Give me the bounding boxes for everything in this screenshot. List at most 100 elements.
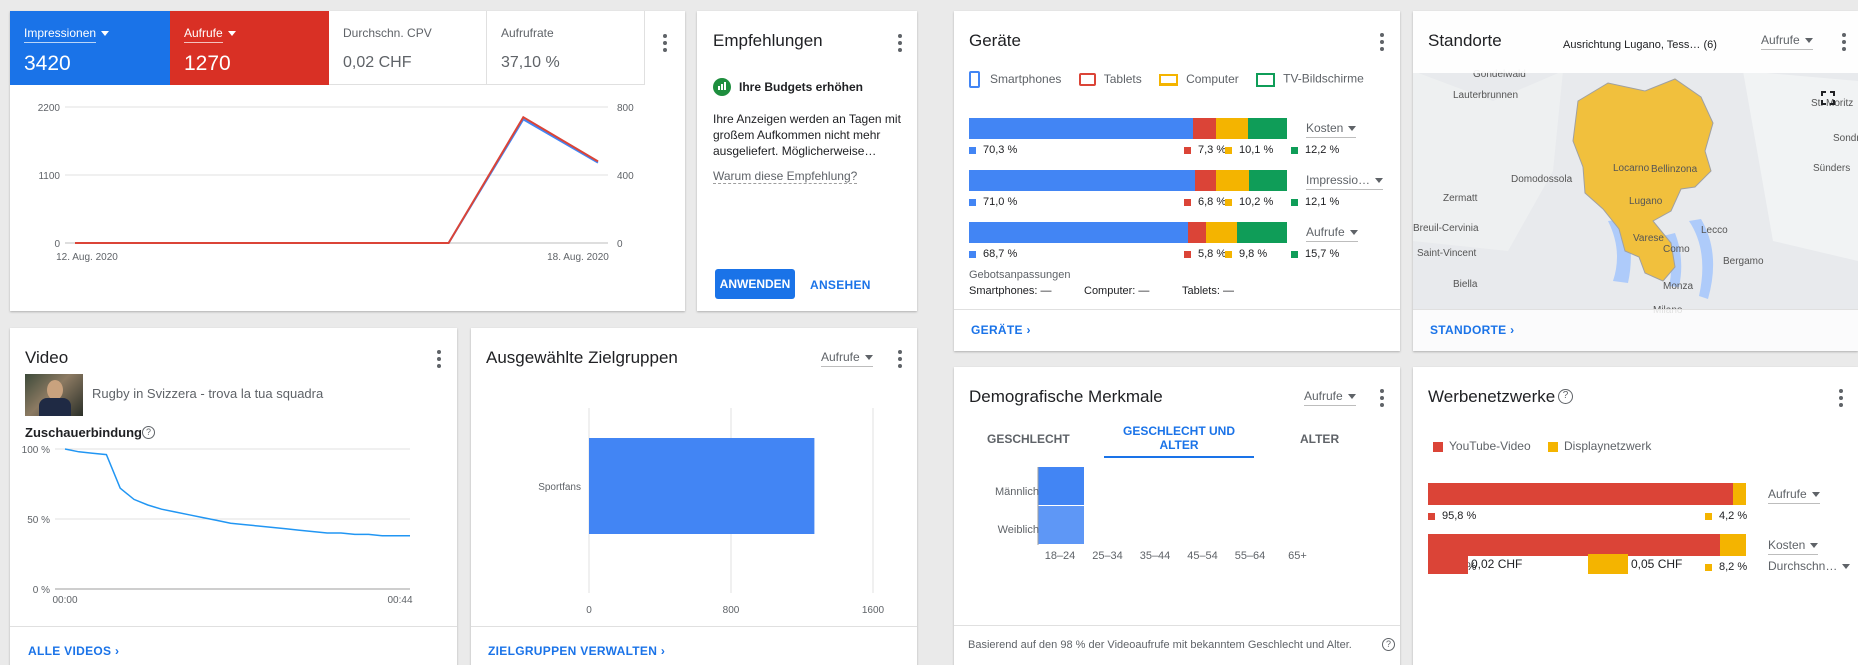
- network-metric-dropdown[interactable]: Kosten: [1768, 538, 1819, 555]
- device-share-bar: [969, 118, 1193, 139]
- bid-adjustment-tablets: Tablets: —: [1182, 285, 1234, 297]
- bid-adjustment-computer: Computer: —: [1084, 285, 1150, 297]
- network-share-bar: [1428, 534, 1720, 556]
- locations-metric-dropdown[interactable]: Aufrufe: [1761, 33, 1813, 50]
- network-share-bar: [1719, 534, 1746, 556]
- help-icon[interactable]: ?: [1382, 638, 1395, 651]
- devices-card: Geräte Smartphones Tablets Computer TV-B…: [954, 11, 1400, 351]
- device-metric-dropdown[interactable]: Aufrufe: [1306, 225, 1358, 242]
- metric-views[interactable]: Aufrufe 1270: [170, 11, 329, 85]
- caret-icon: [1842, 564, 1851, 570]
- recommendations-card: Empfehlungen Ihre Budgets erhöhen Ihre A…: [697, 11, 917, 311]
- recommendation-body: Ihre Anzeigen werden an Tagen mit großem…: [713, 112, 901, 158]
- series-line-aufrufe: [75, 115, 599, 244]
- device-share-bar: [1192, 118, 1216, 139]
- demographics-metric-dropdown[interactable]: Aufrufe: [1304, 389, 1356, 406]
- caret-icon: [1804, 38, 1813, 44]
- device-share-label: 71,0 %: [969, 196, 1017, 208]
- bid-adjustment-smartphones: Smartphones: —: [969, 285, 1052, 297]
- overview-card: Impressionen 3420 Aufrufe 1270 Durchschn…: [10, 11, 685, 311]
- device-share-label: 5,8 %: [1184, 248, 1226, 260]
- metric-label: Aufrufrate: [501, 26, 554, 40]
- tablet-icon: [1078, 73, 1096, 86]
- help-icon[interactable]: ?: [142, 426, 155, 439]
- more-options-icon[interactable]: [1841, 33, 1847, 53]
- more-options-icon[interactable]: [1838, 389, 1844, 409]
- all-videos-link[interactable]: ALLE VIDEOS ›: [28, 644, 119, 658]
- budget-chart-icon: [713, 78, 731, 96]
- network-metric-dropdown[interactable]: Aufrufe: [1768, 487, 1820, 504]
- network-share-label: 8,2 %: [1705, 561, 1747, 573]
- why-recommendation-link[interactable]: Warum diese Empfehlung?: [713, 169, 858, 184]
- y-right-tick-label: 800: [617, 103, 634, 114]
- device-share-bar: [1216, 170, 1249, 191]
- category-label: Sportfans: [538, 482, 581, 493]
- cpv-metric-dropdown[interactable]: Durchschn…: [1768, 559, 1851, 573]
- bid-adjustments-title: Gebotsanpassungen: [969, 269, 1071, 281]
- y-left-tick-label: 2200: [38, 103, 61, 114]
- caret-icon: [227, 31, 236, 37]
- bar-sportfans: [589, 438, 815, 534]
- device-share-label: 15,7 %: [1291, 248, 1339, 260]
- device-share-bar: [969, 222, 1188, 243]
- active-tab-indicator: [1104, 456, 1254, 458]
- place-label-monza: Monza: [1663, 281, 1693, 292]
- place-label-breuil-cervinia: Breuil-Cervinia: [1413, 223, 1479, 234]
- apply-button[interactable]: ANWENDEN: [715, 269, 795, 299]
- more-options-icon[interactable]: [897, 34, 903, 54]
- y-right-tick-label: 400: [617, 171, 634, 182]
- device-share-label: 7,3 %: [1184, 144, 1226, 156]
- cpv-bar-display: [1588, 554, 1628, 574]
- x-tick-label: 00:44: [387, 595, 412, 606]
- more-options-icon[interactable]: [897, 350, 903, 370]
- device-share-label: 10,2 %: [1225, 196, 1273, 208]
- retention-label: Zuschauerbindung: [25, 425, 142, 440]
- overview-line-chart: 2200 800 1100 400 0 0 12. Aug. 2020 18. Aug. 20…: [38, 103, 634, 263]
- devices-link[interactable]: GERÄTE ›: [971, 323, 1031, 337]
- video-name[interactable]: Rugby in Svizzera - trova la tua squadra: [92, 386, 323, 401]
- place-label-lauterbrunnen: Lauterbrunnen: [1453, 90, 1518, 101]
- view-button[interactable]: ANSEHEN: [810, 278, 871, 292]
- device-metric-dropdown[interactable]: Kosten: [1306, 121, 1357, 138]
- device-metric-dropdown[interactable]: Impressio…: [1306, 173, 1384, 190]
- x-tick-label: 00:00: [52, 595, 77, 606]
- tab-age[interactable]: ALTER: [1300, 432, 1339, 446]
- device-share-bar: [1237, 222, 1287, 243]
- card-title: Geräte: [969, 31, 1021, 50]
- tab-gender[interactable]: GESCHLECHT: [987, 432, 1070, 446]
- device-share-bar: [1215, 118, 1248, 139]
- networks-card: Werbenetzwerke ? YouTube-Video Displayne…: [1413, 367, 1858, 665]
- locations-link[interactable]: STANDORTE ›: [1430, 323, 1514, 337]
- fullscreen-icon[interactable]: [1821, 91, 1835, 105]
- manage-audiences-link[interactable]: ZIELGRUPPEN VERWALTEN ›: [488, 644, 665, 658]
- place-label-sondrio: Sondrio: [1833, 133, 1858, 144]
- card-title: Ausgewählte Zielgruppen: [486, 348, 678, 367]
- place-label-lugano: Lugano: [1629, 196, 1663, 207]
- video-thumbnail[interactable]: [25, 374, 83, 416]
- help-icon[interactable]: ?: [1558, 389, 1573, 404]
- caret-icon: [101, 31, 110, 37]
- metric-label: Durchschn. CPV: [343, 26, 432, 40]
- caret-icon: [1349, 230, 1358, 236]
- place-label-biella: Biella: [1453, 279, 1478, 290]
- metric-impressions[interactable]: Impressionen 3420: [10, 11, 170, 85]
- more-options-icon[interactable]: [1379, 33, 1385, 53]
- more-options-icon[interactable]: [436, 350, 442, 370]
- recommendation-title: Ihre Budgets erhöhen: [739, 80, 864, 94]
- more-options-icon[interactable]: [1379, 389, 1385, 409]
- metric-avg-cpv[interactable]: Durchschn. CPV 0,02 CHF: [329, 11, 487, 85]
- audiences-metric-dropdown[interactable]: Aufrufe: [821, 350, 873, 367]
- gender-label: Männlich: [995, 486, 1039, 498]
- place-label-lecco: Lecco: [1701, 225, 1728, 236]
- place-label-bellinzona: Bellinzona: [1651, 164, 1698, 175]
- device-share-label: 12,1 %: [1291, 196, 1339, 208]
- metric-label: Aufrufe: [184, 26, 223, 43]
- more-options-icon[interactable]: [662, 34, 668, 54]
- caret-icon: [1810, 543, 1819, 549]
- device-share-label: 70,3 %: [969, 144, 1017, 156]
- caret-icon: [1348, 126, 1357, 132]
- place-label-varese: Varese: [1633, 233, 1664, 244]
- tab-gender-and-age[interactable]: GESCHLECHT UND ALTER: [1104, 424, 1254, 452]
- tv-icon: [1256, 72, 1276, 87]
- metric-view-rate[interactable]: Aufrufrate 37,10 %: [487, 11, 645, 85]
